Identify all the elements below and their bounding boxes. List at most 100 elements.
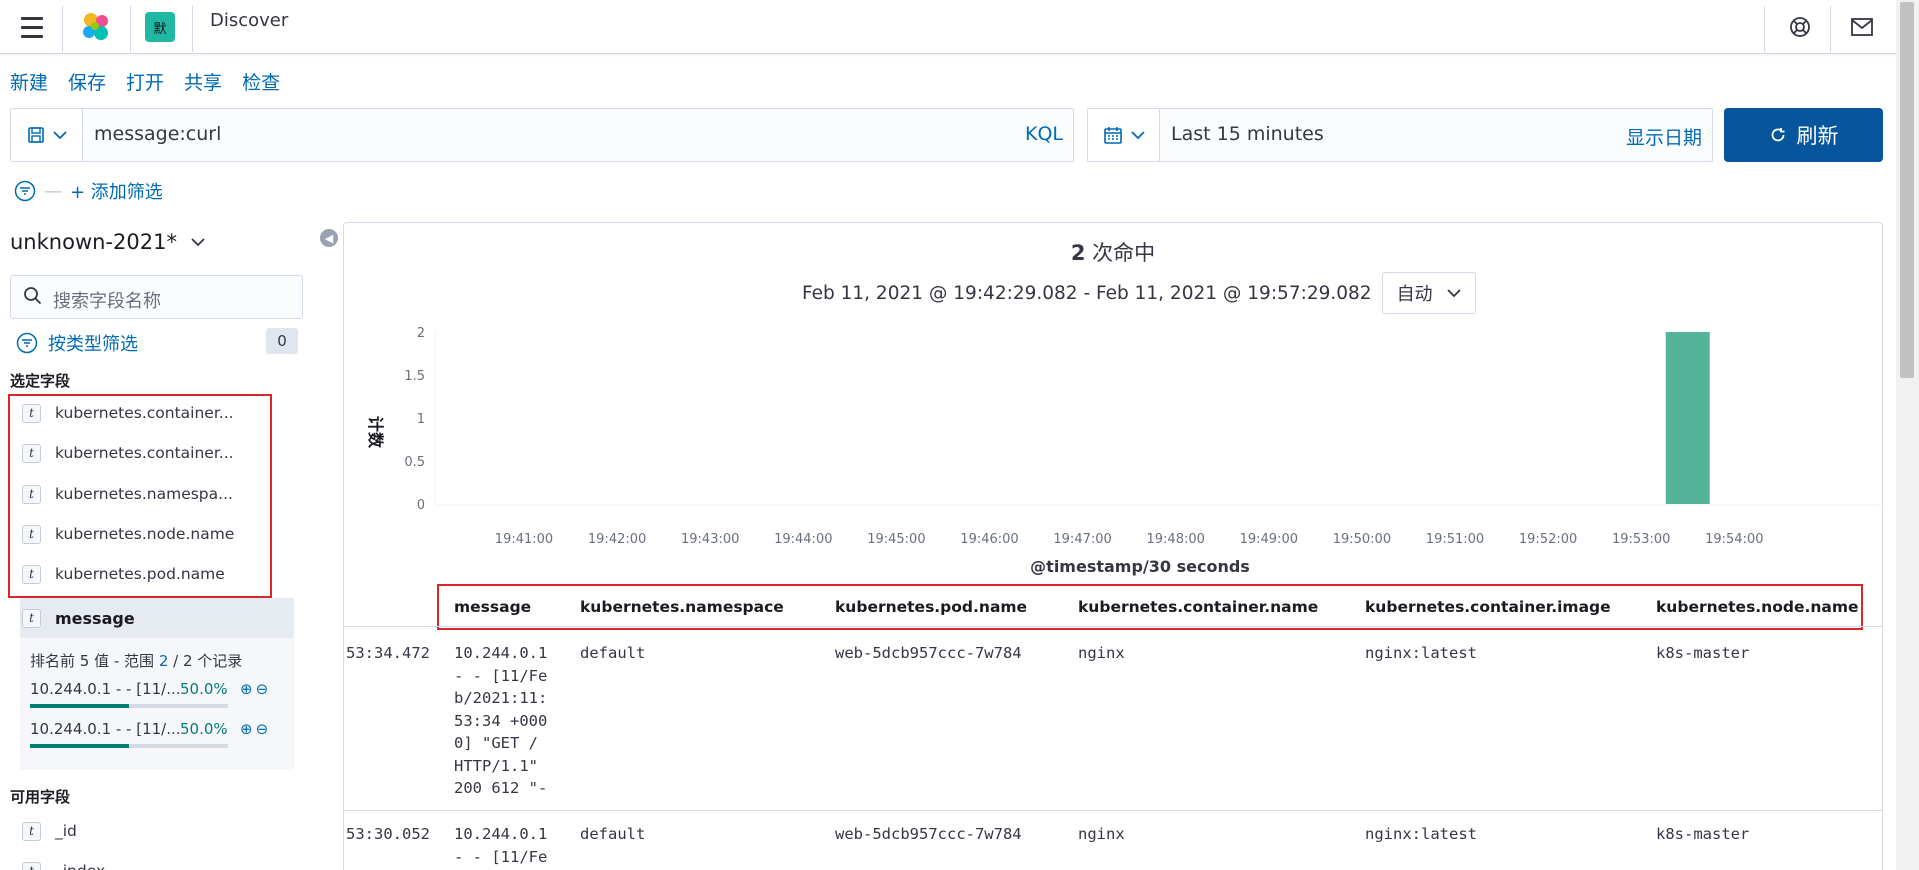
page-scrollbar[interactable] [1896,0,1919,870]
y-tick-label: 1.5 [404,369,425,384]
cell-container-image: nginx:latest [1365,825,1477,843]
x-tick-label: 19:48:00 [1147,532,1205,547]
menu-inspect[interactable]: 检查 [242,68,280,95]
top-values-summary: 排名前 5 值 - 范围 2 / 2 个记录 [30,652,243,670]
save-icon [27,127,44,143]
cell-container-name: nginx [1078,644,1125,662]
top-header: 默 Discover [0,0,1896,54]
calendar-icon [1103,127,1122,144]
field-name: _index [55,862,105,870]
refresh-icon [1771,128,1784,142]
cell-namespace: default [580,825,646,843]
filter-bar: — + 添加筛选 [14,178,163,204]
available-field-item[interactable]: t _index [22,854,105,870]
available-fields-title: 可用字段 [10,788,71,806]
mail-icon[interactable] [1842,0,1882,54]
field-search-input[interactable]: 搜索字段名称 [10,275,303,319]
x-tick-label: 19:43:00 [681,532,739,547]
menu-new[interactable]: 新建 [10,68,48,95]
table-row[interactable]: 53:34.472 10.244.0.1 - - [11/Fe b/2021:1… [343,628,1883,808]
filter-for-against-icons[interactable]: ⊕⊖ [240,680,271,698]
field-search-placeholder: 搜索字段名称 [53,291,161,312]
query-language-switch[interactable]: KQL [1025,123,1063,145]
space-selector[interactable]: 默 [140,0,180,54]
interval-select[interactable]: 自动 [1381,272,1476,314]
string-type-icon: t [22,821,41,841]
hits-count: 2 次命中 [1070,241,1156,265]
menu-open[interactable]: 打开 [126,68,164,95]
filter-for-against-icons[interactable]: ⊕⊖ [240,720,271,738]
x-tick-label: 19:45:00 [867,532,925,547]
index-pattern-selector[interactable]: unknown-2021* [10,230,205,254]
cell-pod-name: web-5dcb957ccc-7w784 [835,644,1022,662]
cell-node-name: k8s-master [1656,825,1750,843]
x-tick-label: 19:52:00 [1519,532,1577,547]
top-value-bar [30,744,228,748]
app-title: Discover [210,9,289,31]
cell-time: 53:34.472 [346,644,430,662]
y-tick-label: 2 [417,326,425,341]
x-tick-label: 19:46:00 [960,532,1018,547]
top-value-fill [30,744,129,748]
filter-count-badge: 0 [266,328,298,354]
chevron-down-icon [1446,289,1461,298]
y-tick-label: 1 [417,412,425,427]
y-axis-label: 计数 [366,416,385,449]
collapse-sidebar-icon[interactable]: ◀ [320,229,338,247]
query-input[interactable]: message:curl [94,123,221,145]
table-header-divider [343,626,1883,627]
filter-by-type-button[interactable]: 按类型筛选 [16,330,138,356]
time-range-text[interactable]: Last 15 minutes [1171,123,1324,145]
chevron-down-icon [1130,131,1145,140]
selected-fields-title: 选定字段 [10,372,71,390]
highlight-box-selected-fields [8,394,272,598]
cell-container-name: nginx [1078,825,1125,843]
cell-node-name: k8s-master [1656,644,1750,662]
x-axis-label: @timestamp/30 seconds [1030,557,1250,576]
elastic-logo-icon[interactable] [72,0,120,54]
filter-separator: — [44,180,62,202]
chevron-down-icon [52,131,67,140]
x-tick-label: 19:44:00 [774,532,832,547]
menu-share[interactable]: 共享 [184,68,222,95]
histogram-bar[interactable] [1665,332,1710,504]
cell-message: 10.244.0.1 - - [11/Fe [454,825,548,866]
time-picker: Last 15 minutes 显示日期 [1087,108,1713,162]
field-name: message [55,608,135,628]
x-tick-label: 19:53:00 [1612,532,1670,547]
saved-query-button[interactable] [11,109,83,161]
string-type-icon: t [22,861,41,870]
show-dates-link[interactable]: 显示日期 [1626,123,1702,150]
field-details-card: t message 排名前 5 值 - 范围 2 / 2 个记录 10.244.… [20,598,294,770]
cell-namespace: default [580,644,646,662]
refresh-button[interactable]: 刷新 [1724,108,1883,162]
y-tick-label: 0 [417,498,425,513]
help-icon[interactable] [1780,0,1820,54]
table-row[interactable]: 53:30.052 10.244.0.1 - - [11/Fe default … [343,812,1883,870]
index-pattern-name: unknown-2021* [10,230,177,254]
top-value-bar [30,704,228,708]
string-type-icon: t [22,608,41,628]
x-tick-label: 19:54:00 [1705,532,1763,547]
table-row-divider [343,810,1883,811]
x-tick-label: 19:42:00 [588,532,646,547]
time-range-summary: Feb 11, 2021 @ 19:42:29.082 - Feb 11, 20… [802,272,1476,314]
x-tick-label: 19:47:00 [1053,532,1111,547]
y-tick-label: 0.5 [404,455,425,470]
add-filter-button[interactable]: + 添加筛选 [70,178,163,204]
top-value-fill [30,704,129,708]
filter-options-icon[interactable] [14,180,36,202]
field-name: _id [55,822,77,840]
x-tick-label: 19:51:00 [1426,532,1484,547]
histogram-chart: 0 0.5 1 1.5 2 19:41:00 19:42:00 19:43:00 19:44:… [366,326,1883,576]
menu-save[interactable]: 保存 [68,68,106,95]
refresh-label: 刷新 [1796,124,1839,148]
selected-field-item-message[interactable]: t message [20,598,294,638]
x-tick-label: 19:41:00 [495,532,553,547]
available-field-item[interactable]: t _id [22,814,77,848]
x-tick-label: 19:50:00 [1333,532,1391,547]
cell-time: 53:30.052 [346,825,430,843]
quick-time-menu-button[interactable] [1088,109,1160,161]
filter-icon [16,332,38,354]
menu-hamburger-icon[interactable] [12,0,52,54]
